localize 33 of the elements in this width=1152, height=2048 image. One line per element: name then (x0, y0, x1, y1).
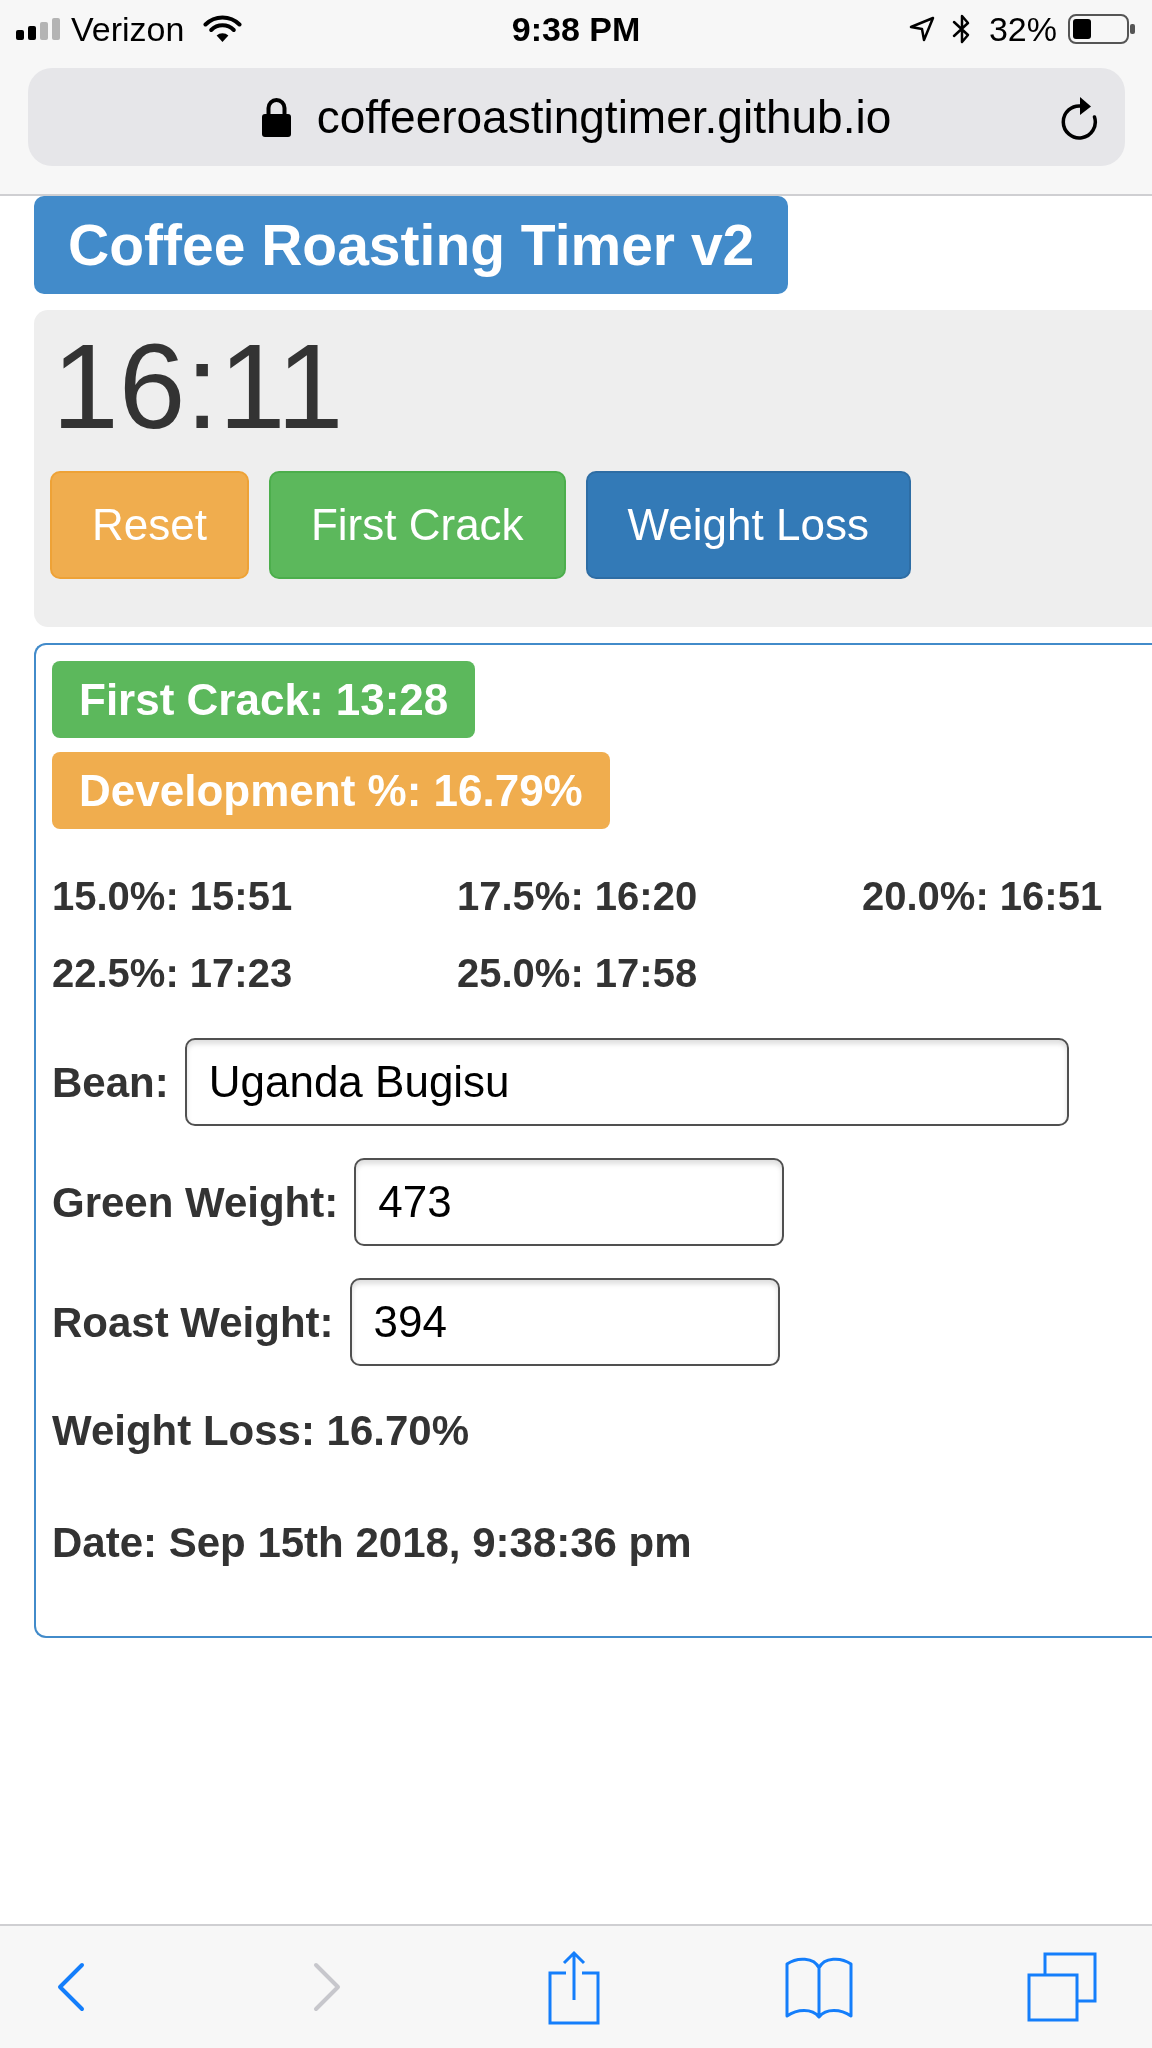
lock-icon (261, 97, 291, 137)
field-label: Bean: (52, 1057, 169, 1108)
first-crack-badge: First Crack: 13:28 (52, 661, 476, 738)
input-field[interactable]: 473 (354, 1158, 785, 1246)
development-badge: Development %: 16.79% (52, 752, 610, 829)
chevron-left-icon (57, 1962, 85, 2012)
target-time: 20.0%: 16:51 (862, 873, 1103, 920)
chevron-right-icon (313, 1962, 341, 2012)
battery-percent: 32% (988, 12, 1057, 46)
weight-loss-text: Weight Loss: 16.70% (52, 1406, 470, 1456)
date-text: Date: Sep 15th 2018, 9:38:36 pm (52, 1518, 693, 1568)
carrier-name: Verizon (71, 12, 185, 46)
target-time: 17.5%: 16:20 (457, 873, 698, 920)
battery-icon (1068, 14, 1136, 44)
title-banner: Coffee Roasting Timer v2 (34, 196, 789, 294)
input-field[interactable]: 394 (349, 1278, 780, 1366)
status-time: 9:38 PM (511, 12, 641, 46)
wifi-icon (203, 15, 243, 43)
share-icon (547, 1948, 601, 2026)
location-arrow-icon (908, 16, 935, 42)
input-field[interactable]: Uganda Bugisu (184, 1038, 1069, 1126)
field-label: Green Weight: (52, 1177, 339, 1228)
target-time: 25.0%: 17:58 (457, 950, 698, 997)
weight-loss-button[interactable]: Weight Loss (585, 471, 911, 579)
signal-bars-icon (16, 18, 60, 40)
target-time: 22.5%: 17:23 (52, 950, 293, 997)
reload-icon[interactable] (1059, 94, 1100, 140)
field-label: Roast Weight: (52, 1297, 334, 1348)
target-time: 15.0%: 15:51 (52, 873, 293, 920)
bluetooth-icon (951, 13, 972, 45)
address-bar[interactable]: coffeeroastingtimer.github.io (28, 68, 1125, 166)
timer-display: 16:11 (51, 320, 344, 452)
tabs-icon (1026, 1951, 1098, 2023)
